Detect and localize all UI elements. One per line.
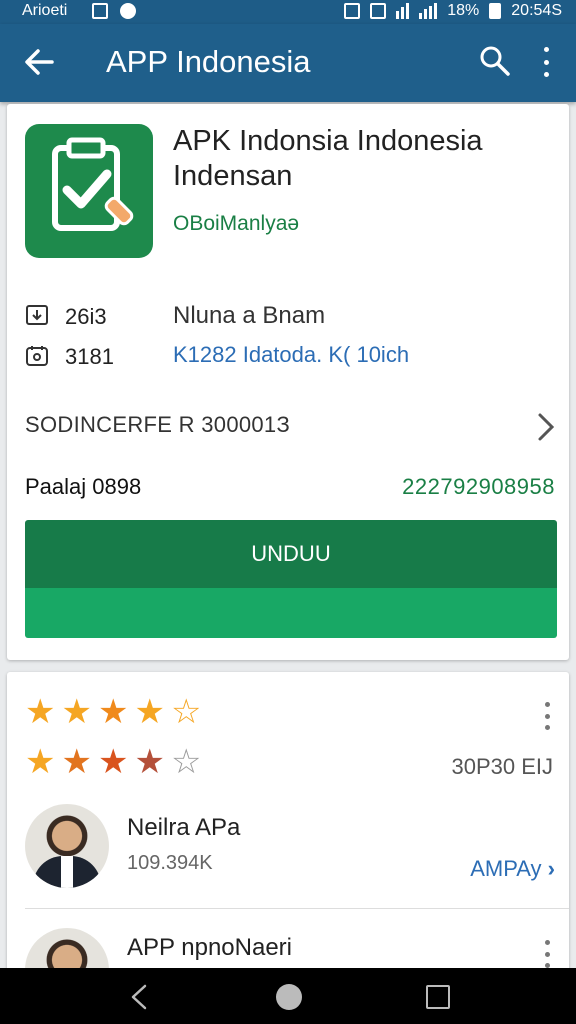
developer-link[interactable]: K1282 Idatoda. K( 10ich [173,342,409,368]
download-count: 26i3 [65,304,107,329]
more-vert-icon[interactable] [534,44,558,80]
info-section-label: SODINCERFE R 300001З [25,412,291,437]
star-outline-icon: ☆ [170,693,202,731]
size-value: 3181 [65,344,114,369]
more-vert-icon[interactable] [537,938,557,970]
download-icon [25,304,49,328]
more-vert-icon[interactable] [537,700,557,732]
install-button[interactable]: UNDUU [25,520,557,638]
developer-name: Nluna a Bnam [173,302,326,329]
star-icon: ★ [97,693,129,731]
app-bar: APP Indonesia [0,24,576,102]
install-button-label: UNDUU [25,520,557,588]
star-icon: ★ [61,693,92,731]
divider [25,908,569,909]
sim-icon [370,3,387,19]
reviewer-more-link[interactable]: AMPAy › [470,856,555,882]
star-icon: ★ [25,693,56,731]
calendar-icon [25,344,49,368]
price-value: 222792908958 [402,474,555,499]
nav-home-icon[interactable] [276,984,302,1010]
info-section-row[interactable]: SODINCERFE R 300001З [7,392,569,458]
app-details-card: APK Indonsia Indonesia Indensan OBoiManl… [7,104,569,660]
star-icon: ★ [97,743,129,781]
star-icon: ★ [134,693,165,731]
star-outline-icon: ☆ [170,743,202,781]
rating-count: 30P30 EIJ [451,754,553,779]
app-developer[interactable]: OBoiManlyaə [173,212,299,236]
signal-icon [419,3,438,19]
battery-percent: 18% [447,2,480,19]
nav-back-icon[interactable] [126,984,152,1010]
reviews-card: ★ ★ ★ ★ ☆ ★ ★ ★ ★ ☆ 30P30 EIJ Neilra APa… [7,672,569,1012]
app-title: APK Indonsia Indonesia Indensan [173,125,483,193]
rating-stars-row-1: ★ ★ ★ ★ ☆ [25,694,201,730]
install-button-base [25,588,557,638]
chevron-right-icon: › [547,856,555,881]
star-icon: ★ [25,743,56,781]
rating-stars-row-2: ★ ★ ★ ★ ☆ [25,744,201,780]
clipboard-check-icon [25,124,153,258]
avatar [25,804,109,888]
notification-icons [92,3,136,19]
price-label: Paalaj 0898 [25,474,142,499]
reviewer-name: APP npnoNaeri [127,934,292,961]
gallery-icon [92,3,108,19]
app-bar-title: APP Indonesia [106,44,311,79]
reviewer-more-label: AMPAy [470,856,542,881]
back-arrow-icon[interactable] [22,42,56,82]
star-icon: ★ [134,743,165,781]
nav-recents-icon[interactable] [426,985,450,1009]
clock: 20:54S [511,2,562,19]
star-icon: ★ [61,743,92,781]
search-icon[interactable] [478,44,512,78]
battery-icon [489,3,502,19]
status-bar: Arioeti 18% 20:54S [0,0,576,24]
system-icons: 18% 20:54S [344,2,562,20]
reviewer-name: Neilra APa [127,814,241,841]
compass-icon [120,3,136,19]
reviewer-meta: 109.394K [127,852,213,874]
carrier-label: Arioeti [22,2,68,19]
navigation-bar [0,968,576,1024]
mute-icon [344,3,361,19]
wifi-icon [396,3,410,19]
chevron-right-icon [533,412,557,442]
